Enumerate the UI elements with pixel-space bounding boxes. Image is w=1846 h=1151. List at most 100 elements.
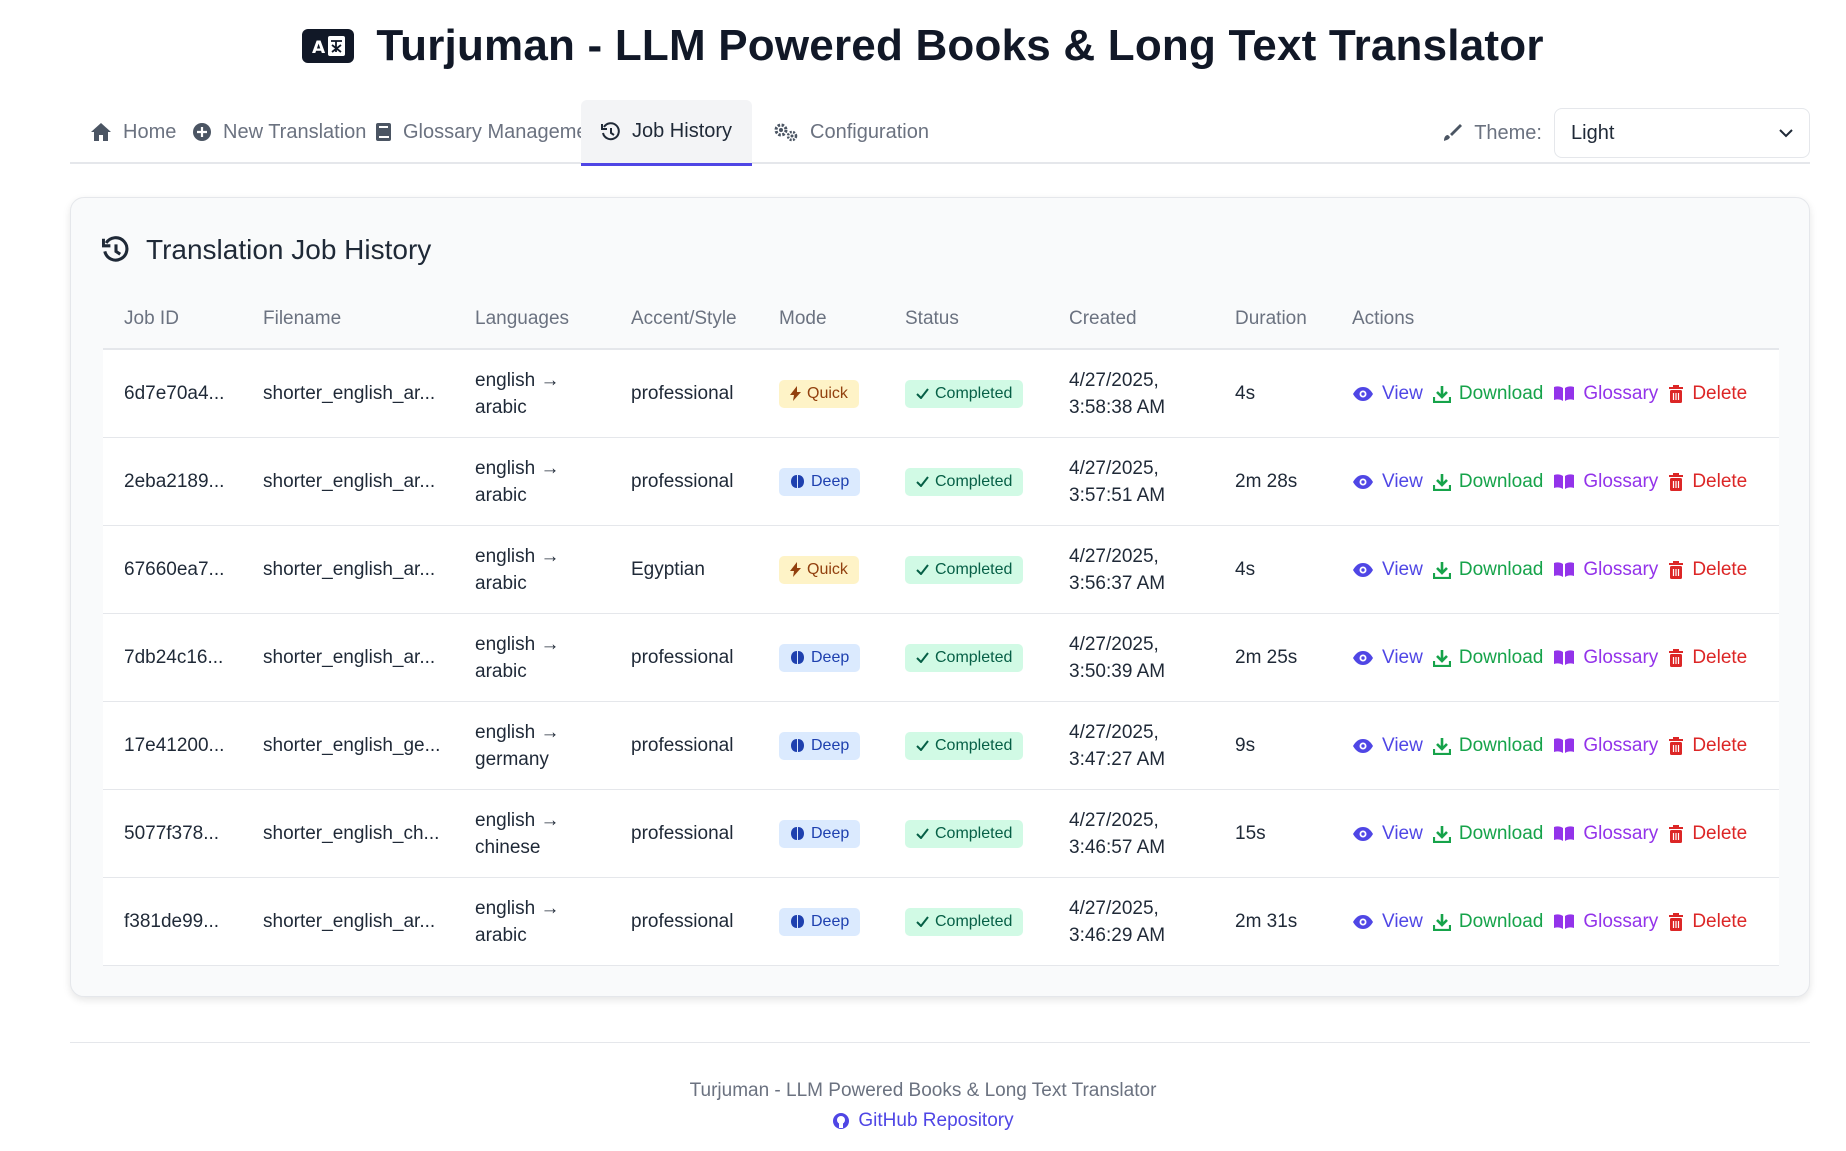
main-navigation: Home New Translation Glossary Management… — [70, 100, 1810, 166]
accent-style: professional — [631, 910, 734, 932]
tab-configuration[interactable]: Configuration — [753, 100, 949, 164]
download-label: Download — [1458, 822, 1544, 844]
source-language: english → — [475, 369, 560, 391]
mode-cell: Deep — [758, 819, 884, 848]
table-row: 6d7e70a4... shorter_english_ar... english … — [103, 350, 1779, 438]
open-book-icon — [1554, 650, 1575, 665]
view-button[interactable]: View — [1352, 559, 1423, 581]
download-button[interactable]: Download — [1432, 559, 1543, 581]
job-id: 67660ea7... — [124, 558, 225, 580]
created: 4/27/2025, 3:46:29 AM — [1048, 895, 1214, 949]
delete-label: Delete — [1692, 822, 1748, 844]
created-time: 3:50:39 AM — [1069, 660, 1166, 682]
bolt-icon — [790, 562, 801, 577]
view-label: View — [1382, 558, 1423, 580]
created-time: 3:57:51 AM — [1069, 484, 1166, 506]
mode-label: Deep — [811, 912, 850, 930]
status-cell: Completed — [884, 643, 1048, 672]
delete-button[interactable]: Delete — [1668, 911, 1747, 933]
view-button[interactable]: View — [1352, 735, 1423, 757]
status-label: Completed — [935, 472, 1013, 490]
column-header: Mode — [779, 308, 827, 329]
filename: shorter_english_ch... — [263, 822, 440, 844]
column-header: Job ID — [124, 308, 179, 329]
glossary-button[interactable]: Glossary — [1553, 383, 1658, 405]
download-button[interactable]: Download — [1432, 735, 1543, 757]
view-button[interactable]: View — [1352, 471, 1423, 493]
glossary-button[interactable]: Glossary — [1553, 823, 1658, 845]
download-icon — [1432, 913, 1451, 931]
mode-badge: Deep — [779, 731, 861, 760]
glossary-label: Glossary — [1583, 558, 1659, 580]
view-button[interactable]: View — [1352, 823, 1423, 845]
delete-button[interactable]: Delete — [1668, 823, 1747, 845]
download-button[interactable]: Download — [1432, 911, 1543, 933]
table-body: 6d7e70a4... shorter_english_ar... english … — [103, 350, 1779, 966]
delete-button[interactable]: Delete — [1668, 647, 1747, 669]
actions: View Download Glossary Delete — [1331, 911, 1779, 933]
delete-button[interactable]: Delete — [1668, 471, 1747, 493]
brain-icon — [791, 651, 804, 664]
view-label: View — [1382, 734, 1423, 756]
target-language: germany — [475, 748, 549, 770]
duration: 4s — [1235, 382, 1256, 404]
download-button[interactable]: Download — [1432, 470, 1544, 493]
duration: 2m 31s — [1235, 910, 1298, 932]
mode-label: Deep — [811, 824, 850, 842]
column-header: Duration — [1235, 308, 1307, 329]
github-icon — [833, 1113, 850, 1129]
status-badge: Completed — [905, 643, 1024, 672]
table-row: 7db24c16... shorter_english_ar... english … — [103, 614, 1779, 702]
footer-divider — [70, 1042, 1810, 1043]
view-button[interactable]: View — [1352, 383, 1423, 405]
glossary-button[interactable]: Glossary — [1553, 647, 1658, 669]
download-button[interactable]: Download — [1432, 382, 1544, 405]
accent-style: professional — [631, 646, 734, 668]
theme-select[interactable]: Light — [1554, 108, 1810, 158]
glossary-button[interactable]: Glossary — [1553, 735, 1658, 757]
mode-cell: Deep — [758, 731, 884, 760]
created: 4/27/2025, 3:58:38 AM — [1048, 367, 1214, 421]
glossary-button[interactable]: Glossary — [1553, 471, 1658, 493]
view-label: View — [1382, 910, 1423, 932]
download-button[interactable]: Download — [1432, 646, 1544, 669]
view-button[interactable]: View — [1352, 647, 1423, 669]
download-icon — [1432, 649, 1451, 667]
tab-label: New Translation — [223, 120, 367, 143]
source-language: english → — [475, 721, 560, 743]
view-label: View — [1382, 470, 1423, 492]
delete-button[interactable]: Delete — [1668, 735, 1747, 757]
languages: english → arabic — [454, 895, 610, 949]
download-icon — [1432, 473, 1451, 491]
status-badge: Completed — [905, 819, 1024, 848]
actions: View Download Glossary Delete — [1331, 383, 1779, 405]
theme-control: Theme: Light — [1442, 108, 1810, 158]
created-time: 3:46:29 AM — [1069, 924, 1166, 946]
download-button[interactable]: Download — [1432, 822, 1544, 845]
download-icon — [1432, 737, 1451, 755]
brain-icon — [791, 739, 804, 752]
view-label: View — [1382, 382, 1423, 404]
view-button[interactable]: View — [1352, 911, 1423, 933]
filename: shorter_english_ar... — [263, 558, 436, 580]
open-book-icon — [1554, 562, 1575, 577]
created-date: 4/27/2025, — [1069, 721, 1159, 743]
check-icon — [916, 652, 929, 663]
brain-icon — [791, 915, 804, 928]
download-label: Download — [1458, 646, 1544, 668]
download-label: Download — [1458, 382, 1544, 404]
delete-button[interactable]: Delete — [1668, 559, 1747, 581]
source-language: english → — [475, 897, 560, 919]
trash-icon — [1669, 560, 1684, 579]
glossary-button[interactable]: Glossary — [1553, 559, 1658, 581]
download-label: Download — [1458, 470, 1544, 492]
glossary-button[interactable]: Glossary — [1553, 911, 1658, 933]
mode-label: Deep — [811, 472, 850, 490]
plus-circle-icon — [193, 123, 211, 141]
delete-button[interactable]: Delete — [1668, 383, 1747, 405]
tab-job-history[interactable]: Job History — [581, 100, 753, 166]
target-language: arabic — [475, 396, 527, 418]
languages: english → arabic — [454, 543, 610, 597]
github-link[interactable]: GitHub Repository — [0, 1110, 1846, 1132]
created: 4/27/2025, 3:47:27 AM — [1048, 719, 1214, 773]
